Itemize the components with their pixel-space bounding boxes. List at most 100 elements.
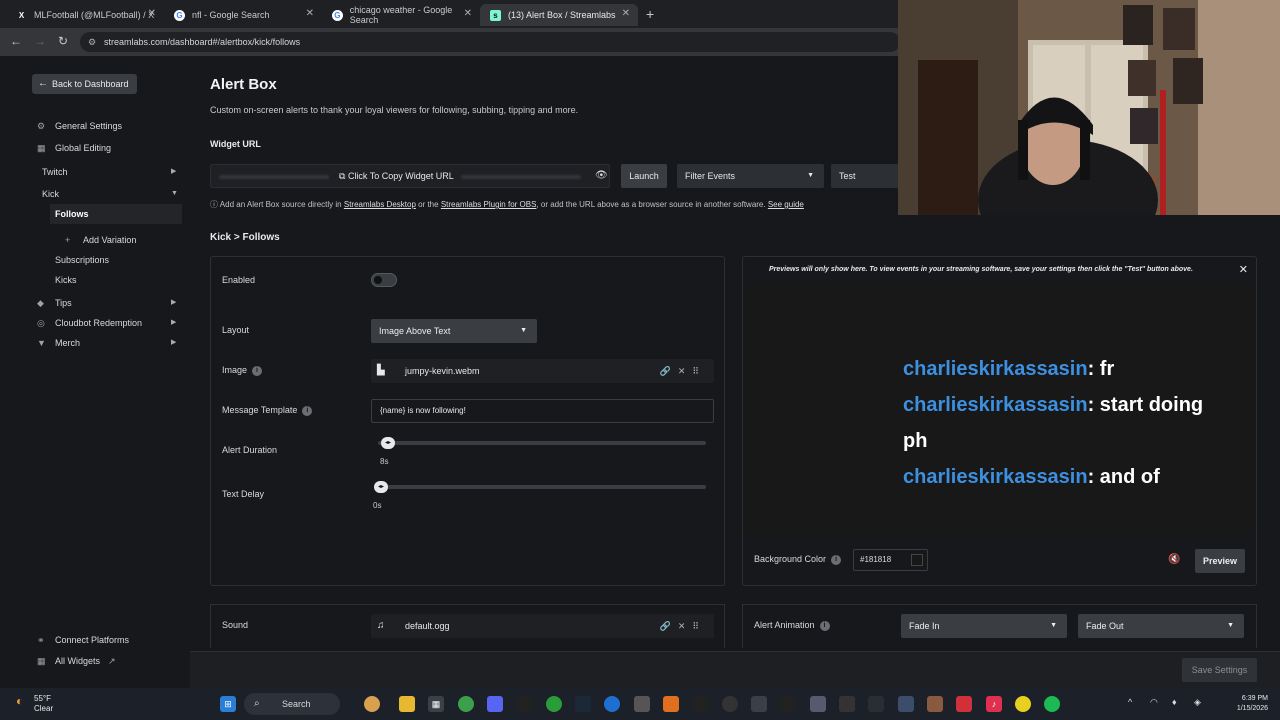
save-settings-button[interactable]: Save Settings — [1182, 658, 1257, 682]
tab-mlfootball[interactable]: X MLFootball (@MLFootball) / X ✕ — [6, 4, 164, 26]
back-arrow-icon[interactable]: ← — [10, 34, 22, 48]
app-icon[interactable] — [663, 696, 679, 712]
discord-icon[interactable] — [487, 696, 503, 712]
store-icon[interactable]: ▦ — [428, 696, 444, 712]
help-icon[interactable]: i — [831, 554, 842, 565]
close-icon[interactable]: ✕ — [622, 8, 630, 19]
close-icon[interactable]: ✕ — [148, 8, 156, 19]
slider-thumb[interactable]: ◂▸ — [374, 481, 388, 493]
image-file-field[interactable]: ▙ jumpy-kevin.webm 🔗✕⠿ — [371, 359, 714, 383]
app-icon[interactable] — [780, 696, 796, 712]
network-icon[interactable]: ◠ — [1150, 697, 1158, 708]
widget-url-field[interactable]: ⧉ Click To Copy Widget URL 👁 — [210, 164, 610, 188]
preview-area: charlieskirkassasin: fr charlieskirkassa… — [743, 283, 1256, 536]
chrome-icon[interactable] — [458, 696, 474, 712]
sidebar-item-label: Twitch — [42, 167, 68, 177]
tab-nfl-search[interactable]: G nfl - Google Search ✕ — [164, 4, 322, 26]
close-icon[interactable]: ✕ — [306, 8, 314, 19]
sidebar-item-label: Connect Platforms — [55, 635, 130, 645]
background-color-label: Background Color i — [754, 554, 842, 565]
app-icon[interactable] — [364, 696, 380, 712]
animation-in-select[interactable]: Fade In ▼ — [901, 614, 1067, 638]
tab-chicago-weather[interactable]: G chicago weather - Google Search ✕ — [322, 4, 480, 26]
file-actions[interactable]: 🔗✕⠿ — [660, 614, 706, 638]
tab-streamlabs[interactable]: s (13) Alert Box / Streamlabs ✕ — [480, 4, 638, 26]
enabled-toggle[interactable] — [371, 273, 397, 287]
sidebar-item-subscriptions[interactable]: Subscriptions — [0, 250, 190, 270]
obs-plugin-link[interactable]: Streamlabs Plugin for OBS — [441, 200, 537, 209]
sidebar-item-connect-platforms[interactable]: ⚭ Connect Platforms — [0, 630, 190, 650]
streamlabs-desktop-link[interactable]: Streamlabs Desktop — [344, 200, 416, 209]
filter-events-select[interactable]: Filter Events ▼ — [677, 164, 824, 188]
file-explorer-icon[interactable] — [399, 696, 415, 712]
steam-icon[interactable] — [575, 696, 591, 712]
app-icon[interactable] — [956, 696, 972, 712]
spotify-icon[interactable] — [1044, 696, 1060, 712]
close-icon[interactable]: ✕ — [1239, 263, 1248, 276]
add-variation-button[interactable]: + Add Variation — [0, 230, 190, 250]
eye-icon[interactable]: 👁 — [595, 170, 608, 181]
image-label: Image i — [222, 365, 263, 376]
weather-widget[interactable]: ◐ 55°F Clear — [14, 694, 53, 714]
chevron-up-icon[interactable]: ^ — [1128, 697, 1132, 707]
taskbar-search[interactable]: ⌕ Search — [244, 693, 340, 715]
test-button[interactable]: Test — [831, 164, 901, 188]
back-to-dashboard-button[interactable]: ← Back to Dashboard — [32, 74, 137, 94]
sidebar-item-cloudbot[interactable]: ◎ Cloudbot Redemption ▶ — [0, 313, 190, 333]
sidebar-item-all-widgets[interactable]: ▦ All Widgets ↗ — [0, 651, 190, 671]
speaker-icon[interactable]: ◈ — [1194, 697, 1201, 708]
sidebar-item-general-settings[interactable]: ⚙ General Settings — [0, 116, 190, 136]
app-icon[interactable] — [1015, 696, 1031, 712]
help-icon[interactable]: i — [252, 365, 263, 376]
chat-line: ph — [903, 430, 927, 453]
help-icon[interactable]: i — [819, 620, 830, 631]
help-icon[interactable]: i — [302, 405, 313, 416]
close-icon[interactable]: ✕ — [464, 8, 472, 19]
sidebar-item-twitch[interactable]: Twitch ▶ — [0, 162, 190, 182]
sidebar-item-label: Kicks — [55, 275, 77, 285]
text-delay-slider[interactable]: ◂▸ — [374, 481, 706, 493]
mute-icon[interactable]: 🔇 — [1168, 554, 1180, 565]
xbox-icon[interactable] — [546, 696, 562, 712]
system-clock[interactable]: 6:39 PM 1/15/2026 — [1228, 694, 1268, 714]
app-icon[interactable] — [868, 696, 884, 712]
sidebar-item-global-editing[interactable]: ▦ Global Editing — [0, 138, 190, 158]
animation-out-select[interactable]: Fade Out ▼ — [1078, 614, 1244, 638]
alert-duration-slider[interactable]: ◂▸ — [378, 437, 706, 449]
sound-file-field[interactable]: ♫ default.ogg 🔗✕⠿ — [371, 614, 714, 638]
app-icon[interactable] — [839, 696, 855, 712]
obs-icon[interactable] — [722, 696, 738, 712]
sidebar-item-merch[interactable]: ▼ Merch ▶ — [0, 333, 190, 353]
reload-icon[interactable]: ↻ — [58, 34, 68, 48]
sidebar-item-kicks[interactable]: Kicks — [0, 270, 190, 290]
app-icon[interactable] — [604, 696, 620, 712]
chat-line: charlieskirkassasin: and of — [903, 466, 1160, 489]
app-icon[interactable] — [692, 696, 708, 712]
sidebar-item-follows[interactable]: Follows — [50, 204, 182, 224]
site-info-icon[interactable]: ⚙ — [88, 32, 96, 52]
slider-thumb[interactable]: ◂▸ — [381, 437, 395, 449]
background-color-input[interactable]: #181818 — [853, 549, 928, 571]
app-icon[interactable] — [810, 696, 826, 712]
preview-button[interactable]: Preview — [1195, 549, 1245, 573]
see-guide-link[interactable]: See guide — [768, 200, 804, 209]
color-swatch[interactable] — [911, 554, 923, 566]
windows-start-icon[interactable]: ⊞ — [220, 696, 236, 712]
chrome-active-icon[interactable] — [898, 696, 914, 712]
mic-icon[interactable]: ♦ — [1172, 697, 1177, 707]
sidebar-item-tips[interactable]: ◆ Tips ▶ — [0, 293, 190, 313]
app-icon[interactable] — [634, 696, 650, 712]
app-icon[interactable] — [927, 696, 943, 712]
file-actions[interactable]: 🔗✕⠿ — [660, 359, 706, 383]
app-icon[interactable] — [751, 696, 767, 712]
url-input[interactable]: ⚙ streamlabs.com/dashboard#/alertbox/kic… — [80, 32, 900, 52]
copy-widget-url-button[interactable]: ⧉ Click To Copy Widget URL — [339, 171, 454, 182]
message-template-input[interactable]: {name} is now following! — [371, 399, 714, 423]
forward-arrow-icon[interactable]: → — [34, 34, 46, 48]
new-tab-icon[interactable]: + — [646, 6, 654, 22]
music-icon[interactable]: ♪ — [986, 696, 1002, 712]
launch-button[interactable]: Launch — [621, 164, 667, 188]
app-icon[interactable] — [516, 696, 532, 712]
layout-select[interactable]: Image Above Text ▼ — [371, 319, 537, 343]
sidebar-item-kick[interactable]: Kick ▼ — [0, 184, 190, 204]
